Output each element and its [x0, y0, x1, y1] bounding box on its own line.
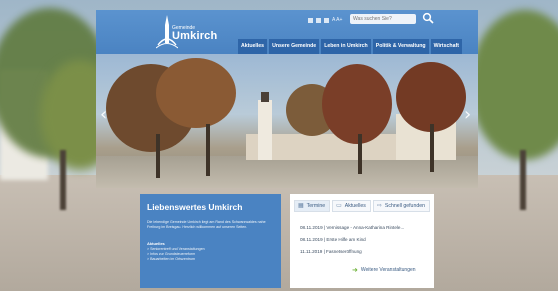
mail-icon[interactable] — [316, 17, 321, 23]
logo[interactable]: Gemeinde Umkirch — [152, 13, 217, 53]
hero-image: ‹ › — [96, 54, 478, 188]
list-item[interactable]: 11.11.2019 | Fasnetseröffnung — [300, 246, 430, 258]
nav-item-leben-in-umkirch[interactable]: Leben in Umkirch — [321, 39, 371, 54]
welcome-panel: Liebenswertes Umkirch Die lebendige Geme… — [140, 194, 281, 288]
tab-schnell-gefunden[interactable]: ⇨ Schnell gefunden — [372, 200, 430, 212]
hero-prev-arrow-icon[interactable]: ‹ — [100, 104, 110, 126]
tab-label: Termine — [306, 203, 326, 209]
events-panel: ▦ Termine ▭ Aktuelles ⇨ Schnell gefunden… — [290, 194, 434, 288]
welcome-link-list: > Seniorentreff und Veranstaltungen > In… — [147, 247, 275, 261]
more-events-link[interactable]: ➜ Weitere Veranstaltungen — [352, 266, 416, 274]
list-item[interactable]: 08.11.2019 | Vernissage - Anna-Katharina… — [300, 222, 430, 234]
welcome-title: Liebenswertes Umkirch — [147, 202, 243, 212]
events-tabs: ▦ Termine ▭ Aktuelles ⇨ Schnell gefunden — [294, 200, 430, 212]
share-icon[interactable] — [324, 17, 329, 23]
nav-item-politik-verwaltung[interactable]: Politik & Verwaltung — [372, 39, 429, 54]
search-input[interactable] — [350, 14, 416, 24]
tab-label: Schnell gefunden — [384, 203, 425, 209]
site-header: Gemeinde Umkirch A A+ Aktuelles Unsere G… — [96, 10, 478, 54]
website-frame: Gemeinde Umkirch A A+ Aktuelles Unsere G… — [96, 10, 478, 188]
welcome-subtitle: Aktuelles — [147, 241, 165, 246]
search-icon[interactable] — [422, 12, 434, 24]
welcome-link[interactable]: > Bauarbeiten im Ortszentrum — [147, 257, 275, 262]
font-size-controls[interactable]: A A+ — [332, 17, 342, 23]
welcome-text: Die lebendige Gemeinde Umkirch liegt am … — [147, 220, 266, 229]
tab-termine[interactable]: ▦ Termine — [294, 200, 331, 212]
speech-bubble-icon: ▭ — [336, 202, 342, 209]
nav-item-aktuelles[interactable]: Aktuelles — [238, 39, 268, 54]
calendar-icon: ▦ — [298, 202, 304, 209]
logo-name: Umkirch — [172, 30, 218, 42]
print-icon[interactable] — [308, 17, 313, 23]
hero-next-arrow-icon[interactable]: › — [464, 104, 474, 126]
list-item[interactable]: 08.11.2019 | Erste Hilfe am Kind — [300, 234, 430, 246]
arrow-right-icon: ➜ — [352, 266, 358, 274]
event-list: 08.11.2019 | Vernissage - Anna-Katharina… — [300, 222, 430, 258]
tab-label: Aktuelles — [344, 203, 366, 209]
arrow-icon: ⇨ — [376, 202, 382, 209]
main-navigation: Aktuelles Unsere Gemeinde Leben in Umkir… — [238, 39, 462, 54]
nav-item-wirtschaft[interactable]: Wirtschaft — [430, 39, 462, 54]
accessibility-tools: A A+ — [308, 15, 342, 25]
more-events-label: Weitere Veranstaltungen — [360, 267, 416, 273]
tab-aktuelles[interactable]: ▭ Aktuelles — [332, 200, 371, 212]
nav-item-unsere-gemeinde[interactable]: Unsere Gemeinde — [269, 39, 320, 54]
